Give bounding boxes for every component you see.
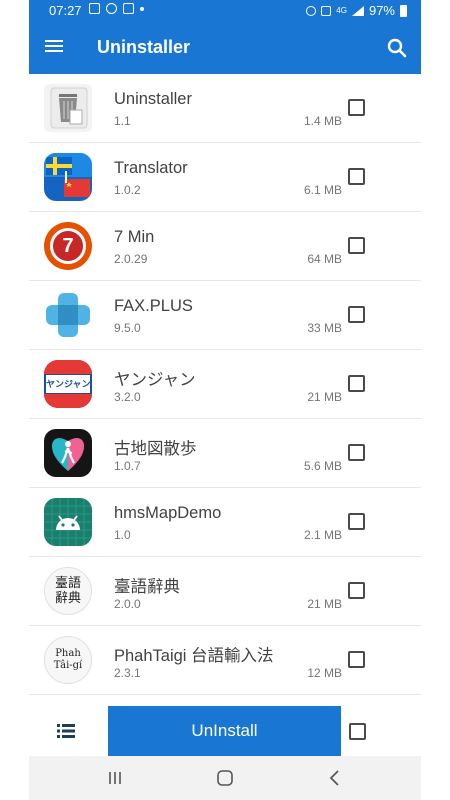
app-version: 1.0.7: [114, 459, 141, 473]
menu-icon[interactable]: [43, 37, 65, 57]
app-size: 6.1 MB: [303, 183, 342, 197]
phah-line1: Phah: [55, 648, 81, 659]
list-item[interactable]: 古地図散歩 1.0.7 5.6 MB: [29, 419, 421, 488]
select-checkbox[interactable]: [348, 306, 365, 323]
app-name: FAX.PLUS: [114, 297, 193, 315]
mute-icon: [321, 5, 332, 16]
app-size: 5.6 MB: [303, 459, 342, 473]
mail-icon: [123, 3, 134, 14]
phahtaigi-icon: Phah Tâi-gí: [44, 636, 92, 684]
yanjan-icon: ヤンジャン!: [44, 360, 92, 408]
app-name: 臺語辭典: [114, 578, 180, 596]
select-checkbox[interactable]: [348, 444, 365, 461]
battery-icon: [400, 4, 407, 17]
page-title: Uninstaller: [97, 37, 191, 57]
list-item[interactable]: Uninstaller 1.1 1.4 MB: [29, 74, 421, 143]
yanjan-label: ヤンジャン!: [46, 375, 90, 393]
app-version: 9.5.0: [114, 321, 141, 335]
list-item[interactable]: FAX.PLUS 9.5.0 33 MB: [29, 281, 421, 350]
app-version: 1.0: [114, 528, 131, 542]
app-name: PhahTaigi 台語輸入法: [114, 647, 274, 665]
list-item[interactable]: 7 7 Min 2.0.29 64 MB: [29, 212, 421, 281]
map-walker-icon: [44, 429, 92, 477]
phone-screen: 07:27 4G 97% Uninstaller Uninstaller 1.1…: [29, 0, 421, 800]
app-version: 2.0.29: [114, 252, 148, 266]
seven-label: 7: [50, 228, 86, 264]
select-checkbox[interactable]: [348, 513, 365, 530]
app-version: 1.1: [114, 114, 131, 128]
status-bar: 07:27 4G 97%: [29, 0, 421, 21]
app-size: 2.1 MB: [303, 528, 342, 542]
more-dot-icon: [140, 6, 144, 11]
seven-circle-icon: 7: [44, 222, 92, 270]
app-name: 古地図散歩: [114, 440, 197, 458]
app-name: 7 Min: [114, 228, 155, 246]
list-item[interactable]: Phah Tâi-gí PhahTaigi 台語輸入法 2.3.1 12 MB: [29, 626, 421, 695]
select-checkbox[interactable]: [348, 375, 365, 392]
app-name: Translator: [114, 159, 188, 177]
app-version: 2.3.1: [114, 666, 141, 680]
list-item[interactable]: ヤンジャン! ヤンジャン 3.2.0 21 MB: [29, 350, 421, 419]
search-icon[interactable]: [385, 36, 409, 60]
fax-plus-icon: [44, 291, 92, 339]
app-list: Uninstaller 1.1 1.4 MB Translator 1.0.2 …: [29, 74, 421, 706]
back-icon[interactable]: [325, 768, 345, 788]
recent-apps-icon[interactable]: [105, 768, 125, 788]
app-version: 1.0.2: [114, 183, 141, 197]
uninstall-button[interactable]: UnInstall: [108, 706, 341, 756]
home-icon[interactable]: [215, 768, 235, 788]
app-size: 21 MB: [307, 597, 342, 611]
app-name: ヤンジャン: [114, 371, 196, 389]
list-item[interactable]: Translator 1.0.2 6.1 MB: [29, 143, 421, 212]
app-bar: Uninstaller: [29, 21, 421, 74]
battery-percent: 97%: [368, 3, 395, 18]
android-icon: [44, 498, 92, 546]
select-checkbox[interactable]: [348, 168, 365, 185]
status-right: 4G 97%: [306, 3, 407, 18]
messenger-icon: [106, 3, 117, 14]
app-size: 1.4 MB: [303, 114, 342, 128]
app-size: 21 MB: [307, 390, 342, 404]
select-checkbox[interactable]: [348, 237, 365, 254]
status-time: 07:27: [49, 3, 82, 18]
phah-line2: Tâi-gí: [53, 660, 83, 671]
select-checkbox[interactable]: [348, 99, 365, 116]
app-version: 3.2.0: [114, 390, 141, 404]
bottom-action-bar: UnInstall: [29, 706, 421, 756]
app-name: Uninstaller: [114, 90, 192, 108]
dictionary-line1: 臺語: [54, 576, 81, 591]
app-version: 2.0.0: [114, 597, 141, 611]
dictionary-line2: 辭典: [54, 591, 81, 606]
select-checkbox[interactable]: [348, 651, 365, 668]
app-name: hmsMapDemo: [114, 504, 222, 522]
network-type: 4G: [336, 6, 347, 15]
flags-icon: [44, 153, 92, 201]
gallery-icon: [89, 3, 100, 14]
app-size: 33 MB: [307, 321, 342, 335]
select-checkbox[interactable]: [348, 582, 365, 599]
system-nav-bar: [29, 756, 421, 800]
select-all-checkbox[interactable]: [349, 723, 366, 740]
app-size: 64 MB: [307, 252, 342, 266]
dictionary-icon: 臺語 辭典: [44, 567, 92, 615]
list-view-icon[interactable]: [51, 720, 81, 742]
app-size: 12 MB: [307, 666, 342, 680]
list-item[interactable]: 臺語 辭典 臺語辭典 2.0.0 21 MB: [29, 557, 421, 626]
alarm-icon: [306, 5, 317, 16]
list-item[interactable]: hmsMapDemo 1.0 2.1 MB: [29, 488, 421, 557]
notification-icons: [89, 3, 144, 14]
trash-can-icon: [44, 84, 92, 132]
signal-icon: [351, 5, 364, 16]
